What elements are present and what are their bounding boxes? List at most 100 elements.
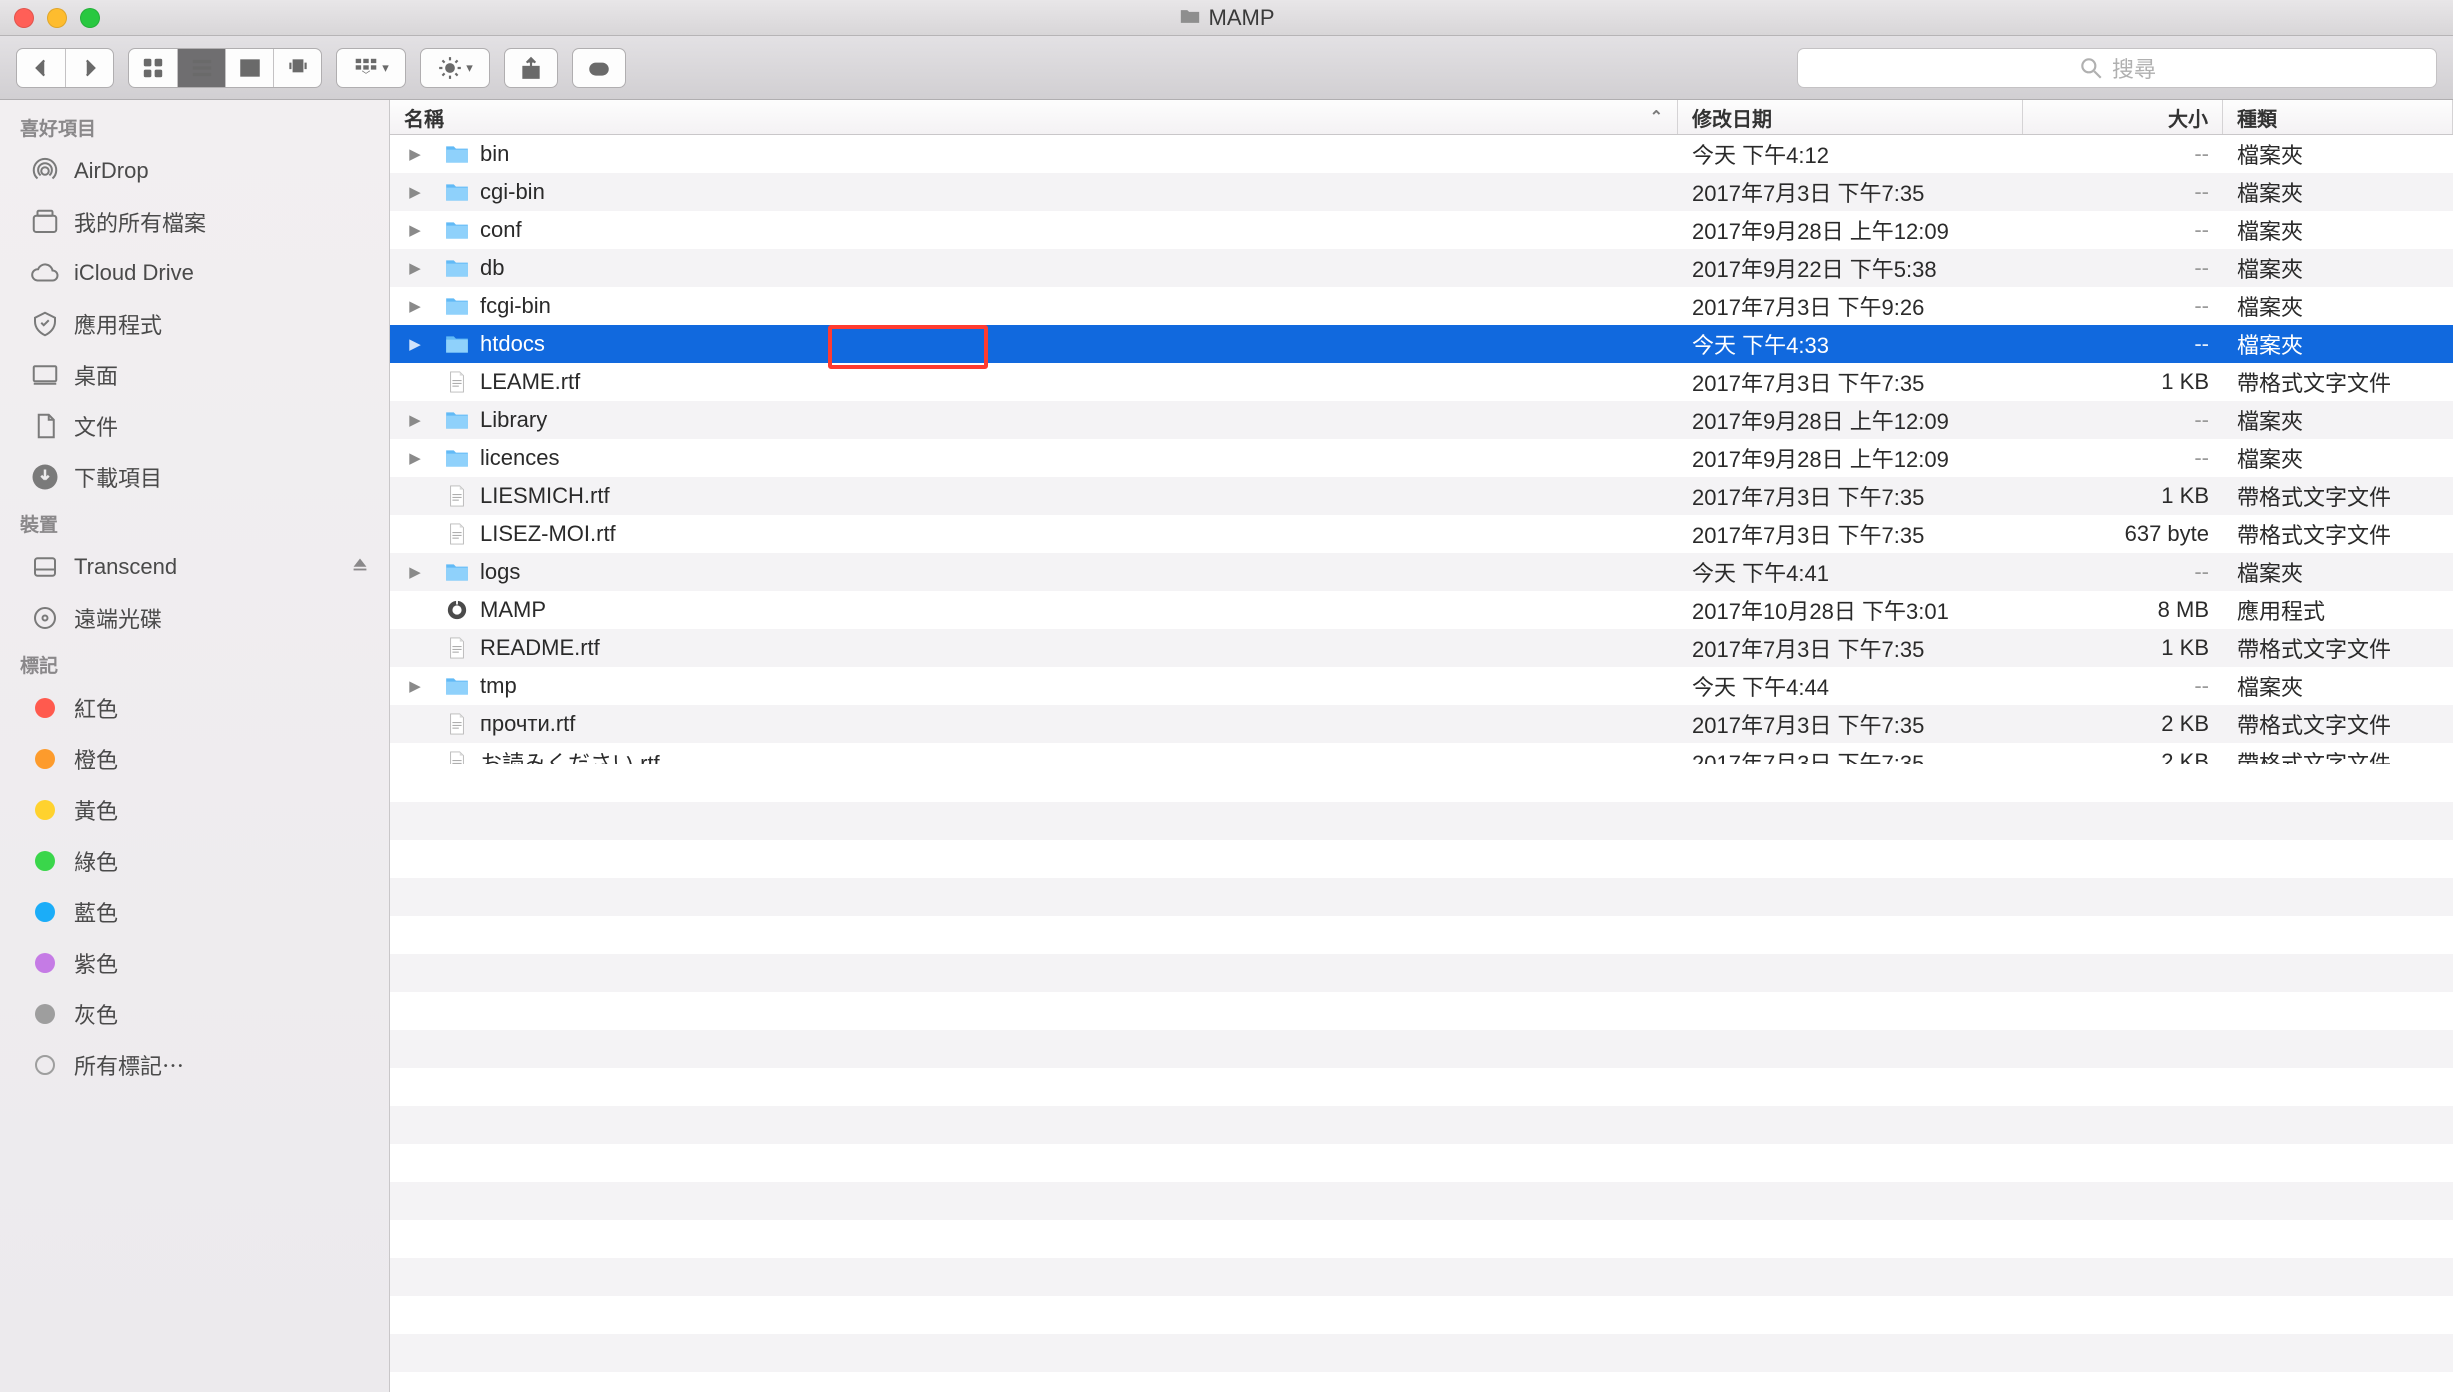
tag-dot-blue-icon — [28, 902, 62, 922]
file-row[interactable]: ▶logs今天 下午4:41--檔案夾 — [390, 553, 2453, 591]
file-size: 1 KB — [2023, 369, 2223, 395]
column-header-size[interactable]: 大小 — [2023, 100, 2223, 134]
file-row[interactable]: ▶htdocs今天 下午4:33--檔案夾 — [390, 325, 2453, 363]
tags-button[interactable] — [572, 48, 626, 88]
column-header-size-label: 大小 — [2168, 103, 2208, 132]
sidebar-item-tag-all[interactable]: 所有標記⋯ — [0, 1039, 389, 1090]
sidebar-item-tag-orange[interactable]: 橙色 — [0, 733, 389, 784]
file-size: -- — [2023, 407, 2223, 433]
file-date: 2017年9月28日 上午12:09 — [1678, 404, 2023, 436]
app-icon — [440, 599, 474, 621]
file-row[interactable]: ▶db2017年9月22日 下午5:38--檔案夾 — [390, 249, 2453, 287]
sidebar-item-optic[interactable]: 遠端光碟 — [0, 592, 389, 643]
zoom-window-button[interactable] — [80, 8, 100, 28]
arrange-menu[interactable]: ▾ — [336, 48, 406, 88]
file-size: 1 KB — [2023, 635, 2223, 661]
file-size: -- — [2023, 331, 2223, 357]
file-date: 今天 下午4:44 — [1678, 670, 2023, 702]
file-date: 2017年7月3日 下午7:35 — [1678, 366, 2023, 398]
file-row[interactable]: README.rtf2017年7月3日 下午7:351 KB帶格式文字文件 — [390, 629, 2453, 667]
share-button[interactable] — [504, 48, 558, 88]
folder-icon — [440, 675, 474, 697]
view-coverflow-button[interactable] — [273, 49, 321, 87]
folder-icon — [440, 409, 474, 431]
view-columns-button[interactable] — [225, 49, 273, 87]
sidebar-item-label: 遠端光碟 — [74, 602, 371, 634]
view-list-button[interactable] — [177, 49, 225, 87]
file-date: 2017年9月22日 下午5:38 — [1678, 252, 2023, 284]
back-button[interactable] — [17, 49, 65, 87]
file-row[interactable]: ▶conf2017年9月28日 上午12:09--檔案夾 — [390, 211, 2453, 249]
file-row[interactable]: LEAME.rtf2017年7月3日 下午7:351 KB帶格式文字文件 — [390, 363, 2453, 401]
sidebar-item-tag-yellow[interactable]: 黃色 — [0, 784, 389, 835]
disclosure-triangle-icon[interactable]: ▶ — [390, 335, 440, 353]
file-row[interactable]: LIESMICH.rtf2017年7月3日 下午7:351 KB帶格式文字文件 — [390, 477, 2453, 515]
column-header-name[interactable]: 名稱 ⌃ — [390, 100, 1678, 134]
file-kind: 檔案夾 — [2223, 176, 2453, 208]
sidebar-item-label: Transcend — [74, 554, 337, 580]
desktop-icon — [28, 360, 62, 390]
file-row[interactable]: ▶cgi-bin2017年7月3日 下午7:35--檔案夾 — [390, 173, 2453, 211]
disclosure-triangle-icon[interactable]: ▶ — [390, 183, 440, 201]
file-row[interactable]: ▶tmp今天 下午4:44--檔案夾 — [390, 667, 2453, 705]
sidebar-item-tag-purple[interactable]: 紫色 — [0, 937, 389, 988]
sidebar-item-downloads[interactable]: 下載項目 — [0, 451, 389, 502]
file-kind: 檔案夾 — [2223, 442, 2453, 474]
file-row[interactable]: LISEZ-MOI.rtf2017年7月3日 下午7:35637 byte帶格式… — [390, 515, 2453, 553]
file-row[interactable]: прочти.rtf2017年7月3日 下午7:352 KB帶格式文字文件 — [390, 705, 2453, 743]
sidebar-item-apps[interactable]: 應用程式 — [0, 298, 389, 349]
file-date: 2017年7月3日 下午7:35 — [1678, 176, 2023, 208]
sidebar-item-label: 橙色 — [74, 743, 371, 775]
sort-indicator-icon: ⌃ — [1650, 107, 1663, 127]
disclosure-triangle-icon[interactable]: ▶ — [390, 677, 440, 695]
disclosure-triangle-icon[interactable]: ▶ — [390, 563, 440, 581]
search-field[interactable]: 搜尋 — [1797, 48, 2437, 88]
rtf-icon — [440, 485, 474, 507]
file-size: -- — [2023, 179, 2223, 205]
file-date: 2017年7月3日 下午7:35 — [1678, 480, 2023, 512]
forward-button[interactable] — [65, 49, 113, 87]
file-row[interactable]: お読みください.rtf2017年7月3日 下午7:352 KB帶格式文字文件 — [390, 743, 2453, 764]
sidebar-item-tag-blue[interactable]: 藍色 — [0, 886, 389, 937]
tag-dot-yellow-icon — [28, 800, 62, 820]
column-header-kind[interactable]: 種類 — [2223, 100, 2453, 134]
sidebar-item-desktop[interactable]: 桌面 — [0, 349, 389, 400]
sidebar-item-tag-gray[interactable]: 灰色 — [0, 988, 389, 1039]
disclosure-triangle-icon[interactable]: ▶ — [390, 449, 440, 467]
disclosure-triangle-icon[interactable]: ▶ — [390, 411, 440, 429]
file-kind: 帶格式文字文件 — [2223, 632, 2453, 664]
sidebar-item-disk[interactable]: Transcend — [0, 541, 389, 592]
sidebar-item-label: AirDrop — [74, 158, 371, 184]
sidebar-item-label: 黃色 — [74, 794, 371, 826]
sidebar-item-airdrop[interactable]: AirDrop — [0, 145, 389, 196]
minimize-window-button[interactable] — [47, 8, 67, 28]
folder-icon — [440, 143, 474, 165]
file-name: htdocs — [474, 331, 1678, 357]
disclosure-triangle-icon[interactable]: ▶ — [390, 145, 440, 163]
file-size: 1 KB — [2023, 483, 2223, 509]
sidebar-item-tag-green[interactable]: 綠色 — [0, 835, 389, 886]
window-title: MAMP — [1209, 5, 1275, 31]
disclosure-triangle-icon[interactable]: ▶ — [390, 221, 440, 239]
sidebar-item-tag-red[interactable]: 紅色 — [0, 682, 389, 733]
sidebar-item-icloud[interactable]: iCloud Drive — [0, 247, 389, 298]
file-row[interactable]: ▶bin今天 下午4:12--檔案夾 — [390, 135, 2453, 173]
eject-icon[interactable] — [349, 553, 371, 581]
file-row[interactable]: ▶Library2017年9月28日 上午12:09--檔案夾 — [390, 401, 2453, 439]
close-window-button[interactable] — [14, 8, 34, 28]
file-row[interactable]: MAMP2017年10月28日 下午3:018 MB應用程式 — [390, 591, 2453, 629]
file-size: 2 KB — [2023, 749, 2223, 764]
file-name: Library — [474, 407, 1678, 433]
file-kind: 檔案夾 — [2223, 670, 2453, 702]
view-icons-button[interactable] — [129, 49, 177, 87]
sidebar-item-documents[interactable]: 文件 — [0, 400, 389, 451]
action-menu[interactable]: ▾ — [420, 48, 490, 88]
disclosure-triangle-icon[interactable]: ▶ — [390, 297, 440, 315]
sidebar-item-allfiles[interactable]: 我的所有檔案 — [0, 196, 389, 247]
file-size: -- — [2023, 141, 2223, 167]
column-header-date[interactable]: 修改日期 — [1678, 100, 2023, 134]
file-row[interactable]: ▶fcgi-bin2017年7月3日 下午9:26--檔案夾 — [390, 287, 2453, 325]
file-row[interactable]: ▶licences2017年9月28日 上午12:09--檔案夾 — [390, 439, 2453, 477]
disclosure-triangle-icon[interactable]: ▶ — [390, 259, 440, 277]
content-area: 名稱 ⌃ 修改日期 大小 種類 ▶bin今天 下午4:12--檔案夾▶cgi-b… — [390, 100, 2453, 1392]
